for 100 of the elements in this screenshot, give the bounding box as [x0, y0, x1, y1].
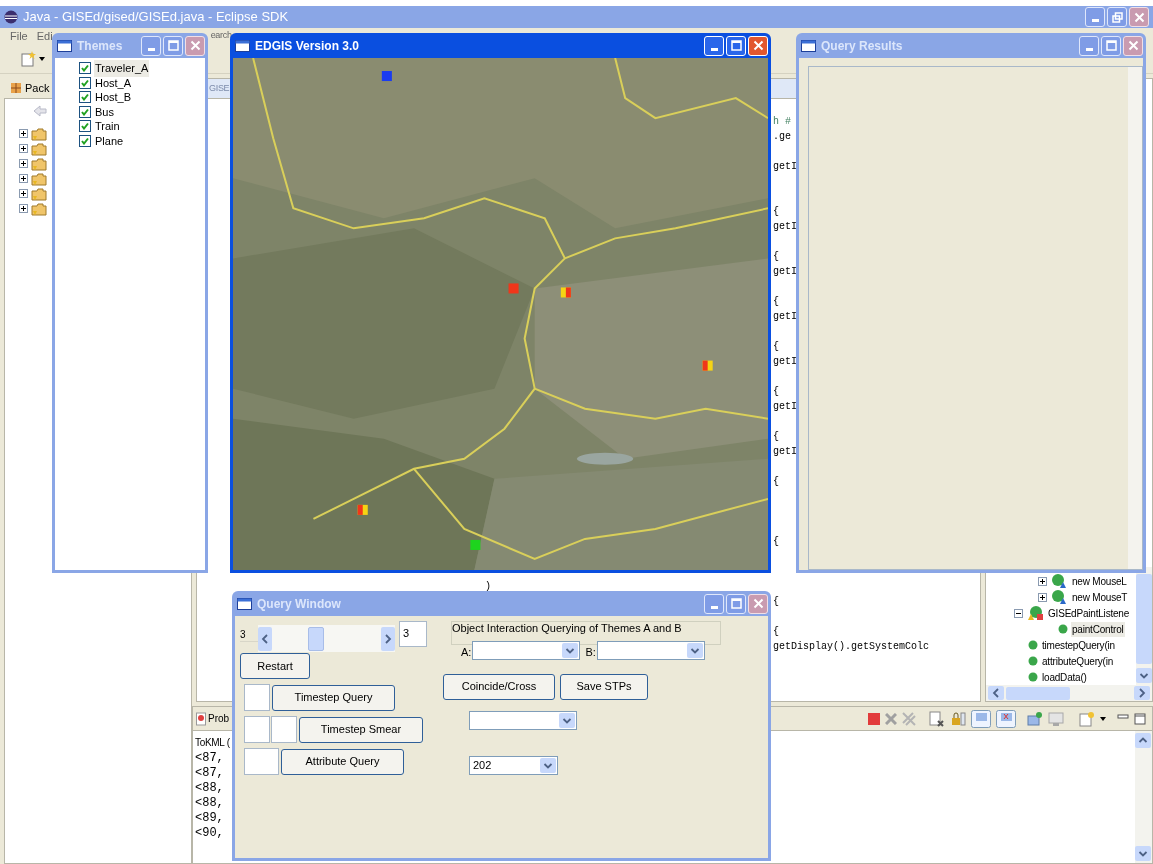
stop-icon[interactable]	[868, 712, 880, 725]
monitor-icon[interactable]	[996, 709, 1016, 728]
checkbox[interactable]	[79, 91, 91, 104]
back-arrow-icon[interactable]	[33, 105, 47, 117]
checkbox[interactable]	[79, 76, 91, 89]
time-slider[interactable]	[258, 625, 395, 652]
field-label: B:	[585, 645, 596, 660]
expand-icon[interactable]	[19, 129, 28, 138]
dropdown[interactable]	[469, 710, 577, 730]
caret-icon	[540, 757, 556, 773]
dropdown[interactable]: 202	[469, 755, 558, 775]
menu-item[interactable]: Edi	[36, 27, 53, 45]
caret-icon[interactable]	[39, 56, 45, 61]
maximize-button[interactable]	[163, 35, 183, 56]
layer-label[interactable]: Plane	[94, 132, 125, 149]
restore-icon	[1111, 11, 1123, 23]
menu-item[interactable]: earch	[210, 29, 232, 43]
maximize-button[interactable]	[1101, 35, 1121, 56]
input-field[interactable]	[244, 748, 279, 775]
outline-item[interactable]: new MouseL	[1071, 573, 1128, 589]
layer-label[interactable]: Train	[94, 118, 121, 135]
checkbox[interactable]	[79, 120, 91, 133]
window-icon	[235, 39, 250, 52]
input-field[interactable]	[271, 716, 297, 743]
collapse-icon[interactable]	[1014, 608, 1023, 618]
outline-item[interactable]: timestepQuery(in	[1041, 637, 1116, 653]
layer-label[interactable]: Traveler_A	[94, 60, 150, 77]
maximize-button[interactable]	[726, 593, 746, 614]
push-button[interactable]: Timestep Smear	[299, 716, 423, 743]
minimize-icon	[1091, 19, 1099, 22]
window-title: Themes	[77, 37, 123, 55]
window-title: Query Window	[257, 595, 341, 613]
push-button[interactable]: Timestep Query	[272, 684, 395, 711]
lock-icon[interactable]	[950, 710, 966, 727]
push-button[interactable]: Attribute Query	[281, 748, 404, 775]
panel-tab[interactable]: Pack	[25, 79, 50, 97]
caret-icon	[686, 642, 703, 658]
outline-item[interactable]: GISEdPaintListene	[1047, 605, 1131, 621]
monitor-icon[interactable]	[971, 709, 991, 728]
checkbox[interactable]	[79, 134, 91, 147]
sphere-icon	[4, 10, 18, 24]
restore-button[interactable]	[1107, 7, 1127, 27]
input-field[interactable]	[244, 684, 270, 711]
folder-icon	[31, 201, 47, 216]
minimize-button[interactable]	[704, 593, 724, 614]
scrollbar-thumb[interactable]	[1136, 574, 1152, 664]
slider-thumb[interactable]	[307, 626, 324, 651]
scrollbar-thumb[interactable]	[1006, 686, 1070, 700]
scrollbar[interactable]	[1135, 731, 1152, 863]
console-line: <90,	[195, 826, 224, 841]
minimize-button[interactable]	[1085, 7, 1105, 27]
input-field[interactable]	[244, 716, 270, 743]
layer-label[interactable]: Host_A	[94, 74, 133, 91]
window-icon	[57, 39, 72, 52]
panel-tab[interactable]: Prob	[208, 711, 230, 726]
window-icon	[801, 39, 816, 52]
layer-label[interactable]: Host_B	[94, 89, 133, 106]
maximize-icon[interactable]	[1134, 712, 1146, 725]
outline-item[interactable]: paintControl	[1071, 621, 1125, 637]
expand-icon[interactable]	[19, 159, 28, 168]
close-icon	[189, 40, 201, 51]
code-text: getI	[773, 445, 797, 459]
push-button[interactable]: Save STPs	[560, 673, 648, 700]
remove-all-icon[interactable]	[902, 711, 916, 726]
expand-icon[interactable]	[19, 189, 28, 198]
remove-icon[interactable]	[885, 712, 897, 725]
dropdown[interactable]	[472, 640, 581, 660]
console-line: <88,	[195, 781, 224, 796]
push-button[interactable]: Restart	[240, 653, 310, 679]
expand-icon[interactable]	[19, 174, 28, 183]
menu-item[interactable]: File	[10, 27, 28, 45]
field-label: A:	[461, 645, 472, 660]
outline-item[interactable]: loadData()	[1041, 669, 1088, 685]
input-field[interactable]: 3	[399, 621, 427, 647]
outline-item[interactable]: attributeQuery(in	[1041, 653, 1115, 669]
folder-icon	[31, 171, 47, 186]
code-text: {	[773, 535, 779, 549]
minimize-icon	[710, 605, 718, 609]
checkbox[interactable]	[79, 62, 91, 75]
minimize-button[interactable]	[141, 35, 161, 56]
class-icon	[1026, 605, 1044, 621]
push-button[interactable]: Coincide/Cross	[443, 673, 555, 700]
caret-icon[interactable]	[1100, 716, 1106, 721]
checkbox[interactable]	[79, 105, 91, 118]
minimize-button[interactable]	[1079, 35, 1099, 56]
monitor-icon[interactable]	[1048, 710, 1064, 727]
expand-icon[interactable]	[1038, 592, 1047, 602]
code-text: getI	[773, 220, 797, 234]
document-icon[interactable]	[929, 710, 945, 727]
expand-icon[interactable]	[19, 144, 28, 153]
dropdown[interactable]	[596, 640, 705, 660]
window-icon	[237, 597, 252, 610]
console-line: <87,	[195, 766, 224, 781]
minimize-icon	[147, 47, 155, 51]
expand-icon[interactable]	[19, 204, 28, 213]
scrollbar[interactable]	[986, 685, 1152, 701]
outline-item[interactable]: new MouseT	[1071, 589, 1129, 605]
layer-label[interactable]: Bus	[94, 103, 115, 120]
expand-icon[interactable]	[1038, 576, 1047, 586]
scrollbar[interactable]	[1136, 567, 1152, 685]
